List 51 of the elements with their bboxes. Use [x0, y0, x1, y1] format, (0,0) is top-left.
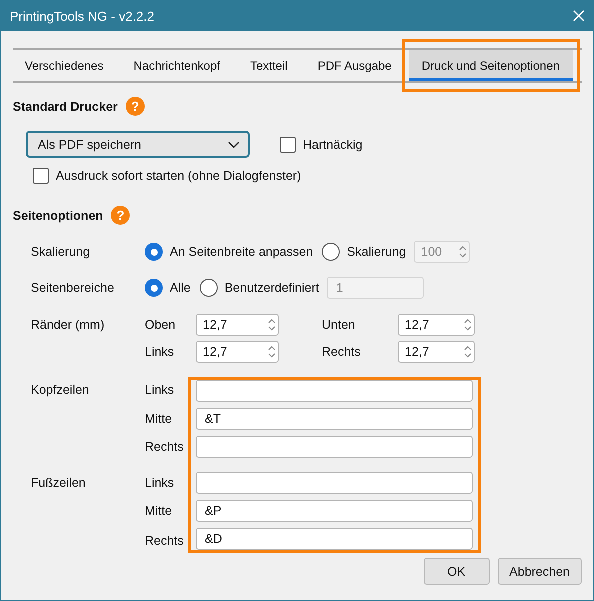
spin-arrows-icon — [459, 244, 468, 260]
input-field[interactable] — [196, 380, 473, 402]
input-field[interactable] — [196, 436, 473, 458]
checkbox-label: Hartnäckig — [303, 138, 363, 152]
radio-label: Benutzerdefiniert — [224, 281, 320, 295]
checkbox-label: Ausdruck sofort starten (ohne Dialogfenster) — [56, 169, 302, 183]
tab[interactable]: PDF Ausgabe — [304, 50, 405, 81]
caret-icon — [228, 140, 240, 148]
close-icon[interactable] — [573, 10, 585, 22]
radio-label: Alle — [170, 281, 191, 295]
dialog-button[interactable]: Abbrechen — [498, 558, 582, 585]
field-label: Links — [145, 382, 176, 396]
section-title: Standard Drucker — [13, 100, 118, 114]
input-field[interactable] — [196, 472, 473, 494]
input-field[interactable]: &P — [196, 500, 473, 522]
field-label: Ränder (mm) — [30, 318, 106, 332]
printer-dropdown[interactable]: Als PDF speichern — [26, 131, 250, 158]
tab[interactable]: Textteil — [237, 50, 301, 81]
tab[interactable]: Druck und Seitenoptionen — [408, 50, 573, 81]
field-label: Mitte — [145, 504, 174, 518]
spin-arrows-icon — [268, 344, 276, 360]
spin-box[interactable]: 12,7 — [398, 314, 475, 336]
spin-box[interactable]: 12,7 — [196, 341, 279, 363]
field-label: Mitte — [145, 412, 174, 426]
section-title: Seitenoptionen — [13, 208, 104, 222]
spin-arrows-icon — [464, 344, 472, 360]
spin-box[interactable]: 12,7 — [398, 341, 475, 363]
field-label: Rechts — [145, 440, 185, 454]
field-label: Kopfzeilen — [30, 382, 90, 396]
field-label: Rechts — [322, 345, 362, 359]
spin-arrows-icon — [268, 317, 276, 333]
radio-label: Skalierung — [347, 245, 406, 259]
tab[interactable]: Nachrichtenkopf — [120, 50, 234, 81]
radio-label: An Seitenbreite anpassen — [170, 245, 314, 259]
field-label: Links — [145, 345, 176, 359]
dialog-button[interactable]: OK — [424, 558, 490, 585]
tab[interactable]: Verschiedenes — [13, 50, 117, 81]
checkbox[interactable] — [280, 136, 296, 152]
field-label: Rechts — [145, 534, 185, 548]
checkbox[interactable] — [33, 168, 49, 184]
field-label: Oben — [145, 318, 177, 332]
field-label: Links — [145, 476, 176, 490]
input-field[interactable]: &D — [196, 528, 473, 550]
field-label: Fußzeilen — [30, 476, 87, 490]
spin-arrows-icon — [464, 317, 472, 333]
window-title: PrintingTools NG - v2.2.2 — [10, 8, 155, 24]
input-field[interactable]: &T — [196, 408, 473, 430]
spin-box[interactable]: 12,7 — [196, 314, 279, 336]
field-label: Skalierung — [30, 245, 92, 259]
field-label: Unten — [322, 318, 356, 332]
field-label: Seitenbereiche — [30, 281, 116, 295]
